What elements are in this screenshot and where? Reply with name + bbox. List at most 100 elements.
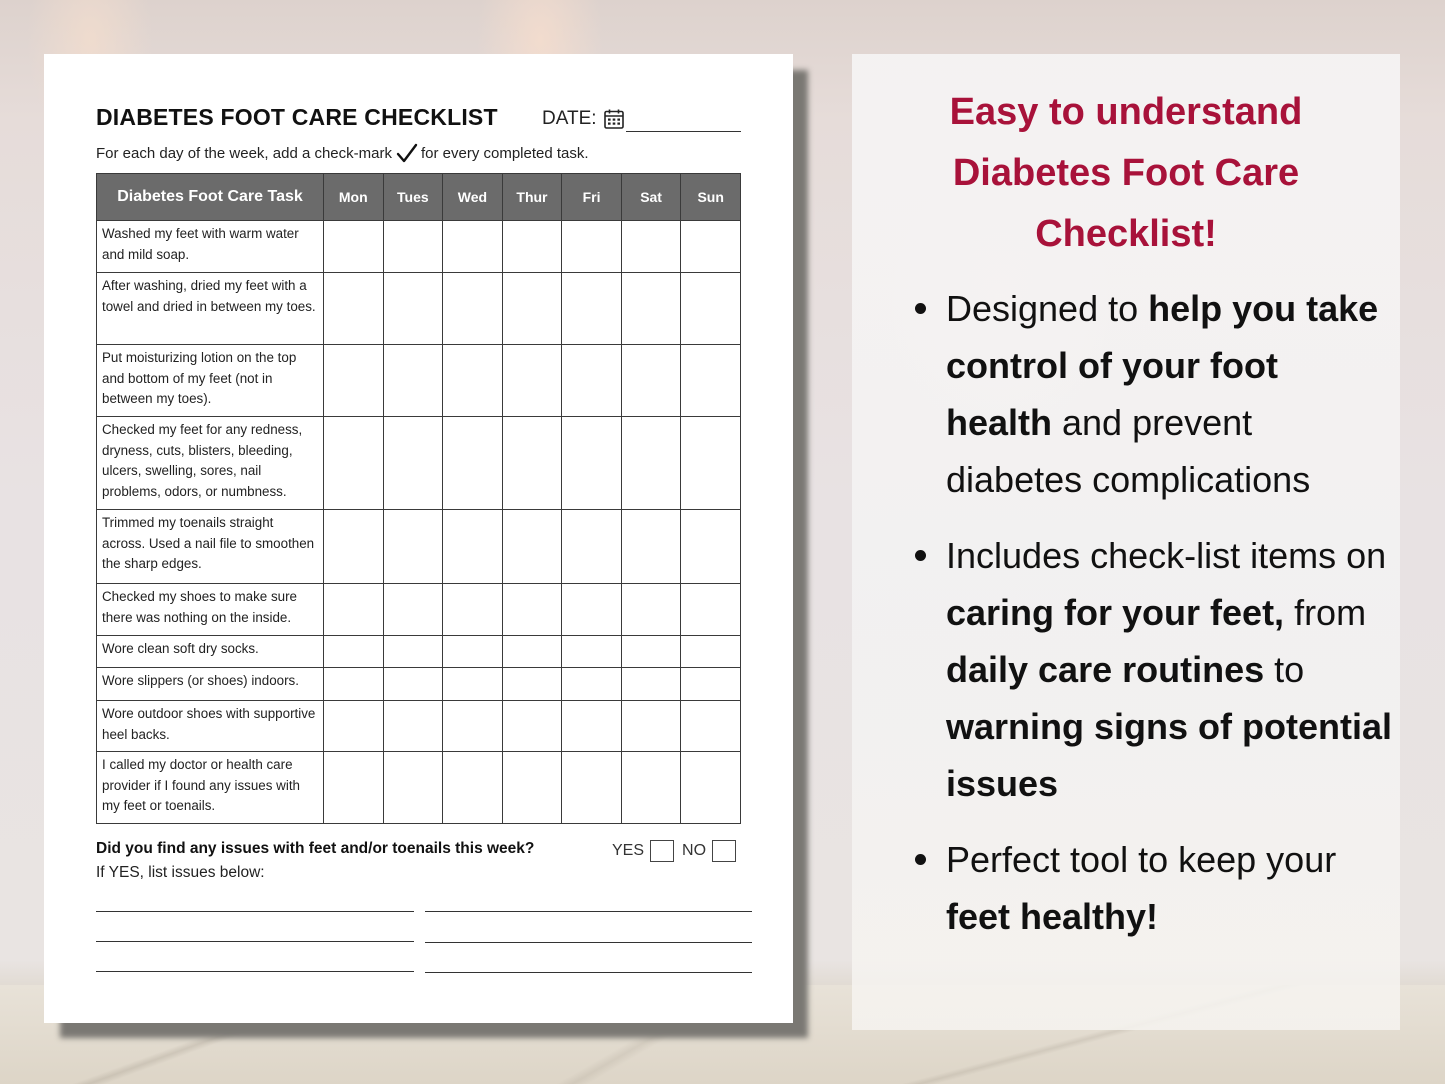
check-cell-thur[interactable]	[501, 272, 563, 345]
check-cell-sat[interactable]	[620, 635, 682, 668]
check-cell-tues[interactable]	[382, 700, 444, 752]
issue-line[interactable]	[425, 942, 752, 943]
check-cell-wed[interactable]	[442, 344, 503, 417]
check-cell-sun[interactable]	[680, 700, 741, 752]
check-cell-thur[interactable]	[501, 344, 563, 417]
bullet-text: Perfect tool to keep your	[946, 839, 1337, 880]
check-cell-wed[interactable]	[442, 667, 503, 701]
check-cell-sat[interactable]	[620, 667, 682, 701]
issue-line[interactable]	[96, 911, 414, 912]
check-cell-wed[interactable]	[442, 700, 503, 752]
check-cell-fri[interactable]	[561, 509, 622, 584]
check-cell-sat[interactable]	[620, 509, 682, 584]
check-cell-wed[interactable]	[442, 583, 503, 636]
check-cell-thur[interactable]	[501, 583, 563, 636]
check-cell-mon[interactable]	[323, 220, 384, 273]
check-cell-tues[interactable]	[382, 344, 444, 417]
checklist-table: Diabetes Foot Care Task Mon Tues Wed Thu…	[96, 173, 741, 824]
check-cell-mon[interactable]	[323, 272, 384, 345]
check-cell-fri[interactable]	[561, 272, 622, 345]
check-cell-sat[interactable]	[620, 700, 682, 752]
check-cell-sun[interactable]	[680, 344, 741, 417]
check-cell-sun[interactable]	[680, 583, 741, 636]
check-cell-fri[interactable]	[561, 220, 622, 273]
check-cell-thur[interactable]	[501, 700, 563, 752]
check-cell-mon[interactable]	[323, 344, 384, 417]
check-cell-tues[interactable]	[382, 583, 444, 636]
check-cell-mon[interactable]	[323, 416, 384, 510]
bullet-emphasis: feet healthy!	[946, 896, 1159, 937]
task-row: Wore slippers (or shoes) indoors.	[96, 667, 741, 701]
check-cell-fri[interactable]	[561, 667, 622, 701]
check-cell-mon[interactable]	[323, 751, 384, 824]
task-label: Wore slippers (or shoes) indoors.	[96, 667, 324, 701]
day-header-thur: Thur	[501, 173, 563, 221]
check-cell-mon[interactable]	[323, 700, 384, 752]
task-row: Put moisturizing lotion on the top and b…	[96, 344, 741, 417]
day-header-tues: Tues	[382, 173, 444, 221]
check-cell-sun[interactable]	[680, 220, 741, 273]
check-cell-mon[interactable]	[323, 583, 384, 636]
date-input-line[interactable]	[626, 131, 741, 132]
check-cell-fri[interactable]	[561, 635, 622, 668]
feature-bullet: Includes check-list items on caring for …	[912, 527, 1392, 812]
table-header-row: Diabetes Foot Care Task Mon Tues Wed Thu…	[96, 173, 741, 221]
check-cell-tues[interactable]	[382, 272, 444, 345]
panel-title-line: Easy to understand	[949, 91, 1303, 133]
issue-line[interactable]	[96, 971, 414, 972]
check-cell-thur[interactable]	[501, 416, 563, 510]
check-cell-sat[interactable]	[620, 272, 682, 345]
task-label: Wore outdoor shoes with supportive heel …	[96, 700, 324, 752]
instruction-text: For each day of the week, add a check-ma…	[96, 143, 589, 163]
check-cell-mon[interactable]	[323, 635, 384, 668]
day-header-sun: Sun	[680, 173, 741, 221]
check-cell-tues[interactable]	[382, 220, 444, 273]
issue-line[interactable]	[425, 911, 752, 912]
check-cell-sat[interactable]	[620, 220, 682, 273]
check-cell-wed[interactable]	[442, 751, 503, 824]
check-cell-thur[interactable]	[501, 751, 563, 824]
task-row: I called my doctor or health care provid…	[96, 751, 741, 824]
check-cell-sat[interactable]	[620, 583, 682, 636]
check-cell-sat[interactable]	[620, 751, 682, 824]
check-cell-wed[interactable]	[442, 272, 503, 345]
check-cell-thur[interactable]	[501, 220, 563, 273]
check-cell-tues[interactable]	[382, 416, 444, 510]
check-cell-wed[interactable]	[442, 220, 503, 273]
check-cell-sat[interactable]	[620, 416, 682, 510]
check-cell-sun[interactable]	[680, 635, 741, 668]
check-cell-sun[interactable]	[680, 509, 741, 584]
check-cell-thur[interactable]	[501, 667, 563, 701]
task-label: Put moisturizing lotion on the top and b…	[96, 344, 324, 417]
check-cell-sun[interactable]	[680, 751, 741, 824]
check-cell-tues[interactable]	[382, 751, 444, 824]
check-cell-mon[interactable]	[323, 509, 384, 584]
check-cell-fri[interactable]	[561, 700, 622, 752]
day-header-sat: Sat	[620, 173, 682, 221]
check-cell-sun[interactable]	[680, 667, 741, 701]
check-cell-fri[interactable]	[561, 583, 622, 636]
task-row: Checked my feet for any redness, dryness…	[96, 416, 741, 510]
check-cell-wed[interactable]	[442, 509, 503, 584]
feature-bullet: Perfect tool to keep your feet healthy!	[912, 831, 1392, 945]
check-cell-wed[interactable]	[442, 416, 503, 510]
check-cell-sun[interactable]	[680, 272, 741, 345]
check-cell-tues[interactable]	[382, 667, 444, 701]
check-cell-wed[interactable]	[442, 635, 503, 668]
check-cell-thur[interactable]	[501, 509, 563, 584]
yes-checkbox[interactable]	[650, 840, 675, 862]
task-label: After washing, dried my feet with a towe…	[96, 272, 324, 345]
check-cell-tues[interactable]	[382, 635, 444, 668]
check-cell-fri[interactable]	[561, 416, 622, 510]
check-cell-thur[interactable]	[501, 635, 563, 668]
check-cell-fri[interactable]	[561, 344, 622, 417]
check-cell-mon[interactable]	[323, 667, 384, 701]
issue-line[interactable]	[425, 972, 752, 973]
check-cell-sun[interactable]	[680, 416, 741, 510]
checklist-sheet: DIABETES FOOT CARE CHECKLIST DATE: For e…	[44, 54, 793, 1023]
check-cell-sat[interactable]	[620, 344, 682, 417]
check-cell-fri[interactable]	[561, 751, 622, 824]
no-checkbox[interactable]	[712, 840, 737, 862]
issue-line[interactable]	[96, 941, 414, 942]
check-cell-tues[interactable]	[382, 509, 444, 584]
